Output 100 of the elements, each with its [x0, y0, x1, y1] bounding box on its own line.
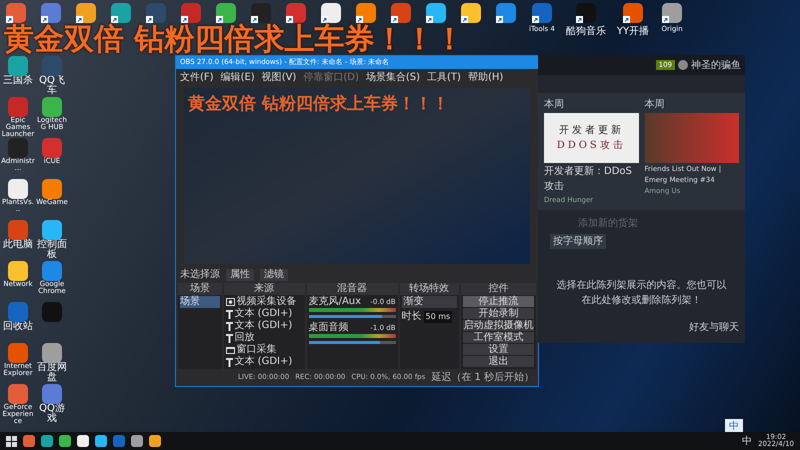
channel-name: 桌面音频 — [308, 322, 349, 334]
icon-label: YY开播 — [616, 24, 650, 39]
app-icon[interactable] — [496, 3, 516, 23]
menu-item[interactable]: 帮助(H) — [468, 70, 504, 85]
shortcut-arrow-icon — [356, 16, 363, 23]
username[interactable]: 神圣的骗鱼 — [691, 58, 741, 72]
shortcut-arrow-icon — [426, 16, 433, 23]
channel-name: 麦克风/Aux — [308, 296, 362, 308]
overlay-caption: 黄金双倍 钻粉四倍求上车券！！！ — [4, 25, 464, 55]
app-icon[interactable] — [461, 3, 481, 23]
scene-item[interactable]: 场景 — [180, 296, 220, 308]
app-icon[interactable] — [426, 3, 446, 23]
sort-dropdown[interactable]: 按字母顺序 — [550, 234, 606, 248]
app-icon[interactable] — [76, 3, 96, 23]
language-indicator[interactable]: 中 — [742, 434, 752, 448]
shortcut-arrow-icon — [321, 16, 328, 23]
control-button[interactable]: 退出 — [462, 356, 534, 367]
menu-item[interactable]: 文件(F) — [180, 70, 214, 85]
panel-header: 混音器 — [306, 283, 398, 295]
camera-icon — [226, 298, 234, 306]
taskbar-app-icon[interactable] — [77, 435, 89, 447]
taskbar-app-icon[interactable] — [41, 435, 53, 447]
source-name[interactable]: 窗口采集 — [236, 344, 276, 356]
app-icon[interactable] — [321, 3, 341, 23]
volume-slider[interactable] — [308, 341, 396, 344]
icon-label: 三国杀 — [2, 76, 34, 86]
source-name[interactable]: 文本 (GDI+) — [234, 356, 292, 368]
app-icon[interactable] — [286, 3, 306, 23]
source-status: 未选择源 — [180, 268, 220, 282]
shortcut-arrow-icon — [41, 16, 48, 23]
panel-header: 来源 — [224, 283, 305, 295]
taskbar-app-icon[interactable] — [131, 435, 143, 447]
app-icon[interactable] — [8, 179, 28, 199]
shortcut-arrow-icon — [6, 16, 13, 23]
app-icon[interactable] — [111, 3, 131, 23]
toolbar-button[interactable]: 属性 — [226, 268, 254, 280]
status-text: 延迟（在 1 秒后开始） — [431, 370, 534, 385]
app-icon[interactable] — [356, 3, 376, 23]
period-label: 本周 — [544, 98, 565, 112]
shelf-message: 选择在此陈列架展示的内容。您也可以在此处修改或删除陈列架！ — [556, 278, 728, 308]
news-image-text: 开发者更新 DDOS攻击 — [544, 113, 638, 163]
shortcut-arrow-icon — [216, 16, 223, 23]
source-name[interactable]: 视频采集设备 — [236, 296, 296, 308]
app-icon[interactable] — [532, 3, 552, 23]
icon-label: 回收站 — [2, 322, 34, 332]
app-icon[interactable] — [622, 3, 643, 23]
app-icon[interactable] — [662, 3, 682, 23]
shortcut-arrow-icon — [662, 16, 670, 23]
panel-header: 场景 — [178, 283, 222, 295]
menu-item[interactable]: 视图(V) — [262, 70, 296, 85]
overlay-caption: 黄金双倍 钻粉四倍求上车券！！！ — [188, 93, 449, 116]
toolbar-button[interactable]: 滤镜 — [260, 268, 288, 280]
duration-label: 时长 — [402, 311, 422, 323]
menu-item[interactable]: 编辑(E) — [220, 70, 255, 85]
app-icon[interactable] — [41, 3, 61, 23]
control-button[interactable]: 设置 — [462, 344, 534, 355]
window-icon — [226, 346, 234, 354]
control-button[interactable]: 停止推流 — [462, 296, 534, 307]
shortcut-arrow-icon — [76, 16, 83, 23]
app-icon[interactable] — [251, 3, 271, 23]
menu-item[interactable]: 工具(T) — [427, 70, 461, 85]
shortcut-arrow-icon — [391, 16, 398, 23]
shortcut-arrow-icon — [461, 16, 468, 23]
app-icon[interactable] — [181, 3, 201, 23]
control-button[interactable]: 工作室模式 — [462, 332, 534, 343]
text-type-icon — [226, 358, 232, 366]
icon-label: 此电脑 — [2, 240, 34, 250]
icon-label: 酷狗音乐 — [566, 24, 606, 39]
shortcut-arrow-icon — [576, 16, 583, 23]
panel-header: 转场特效 — [400, 283, 459, 295]
friends-chat-button[interactable]: 好友与聊天 — [683, 320, 745, 343]
control-button[interactable]: 启动虚拟摄像机 — [462, 320, 534, 331]
control-button[interactable]: 开始录制 — [462, 308, 534, 319]
panel-header: 控件 — [460, 283, 536, 295]
volume-slider[interactable] — [308, 315, 396, 318]
news-title[interactable]: 开发者更新：DDoS攻击 — [544, 164, 638, 194]
app-icon[interactable] — [391, 3, 411, 23]
source-name[interactable]: 文本 (GDI+) — [234, 308, 292, 320]
app-icon[interactable] — [146, 3, 166, 23]
app-icon[interactable] — [8, 261, 28, 281]
shortcut-arrow-icon — [622, 16, 630, 23]
period-label: 本周 — [644, 98, 666, 112]
shortcut-arrow-icon — [496, 16, 503, 23]
app-icon[interactable] — [576, 3, 596, 23]
taskbar-app-icon[interactable] — [149, 435, 161, 447]
menu-item[interactable]: 场景集合(S) — [366, 70, 420, 85]
app-icon[interactable] — [6, 3, 26, 23]
source-name[interactable]: 文本 (GDI+) — [234, 320, 292, 332]
duration-field[interactable]: 50 ms — [424, 311, 452, 323]
taskbar-app-icon[interactable] — [59, 435, 71, 447]
shortcut-arrow-icon — [111, 16, 118, 23]
transition-select[interactable]: 渐变 — [402, 296, 457, 308]
shortcut-arrow-icon — [251, 16, 258, 23]
source-name[interactable]: 回放 — [234, 332, 254, 344]
shortcut-arrow-icon — [181, 16, 188, 23]
shortcut-arrow-icon — [146, 16, 153, 23]
avatar-icon — [678, 60, 688, 70]
app-icon[interactable] — [216, 3, 236, 23]
taskbar-app-icon[interactable] — [95, 435, 107, 447]
start-icon[interactable] — [6, 436, 17, 446]
